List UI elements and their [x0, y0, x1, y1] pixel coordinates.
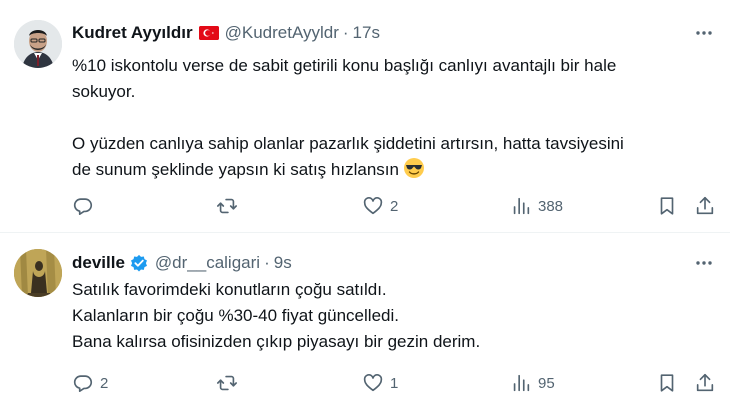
- tweet-header: deville @dr__caligari · 9s: [72, 251, 292, 275]
- share-button[interactable]: [694, 368, 716, 398]
- view-count: 95: [538, 374, 555, 392]
- tweet-header: Kudret Ayyıldır @KudretAyyldr · 17s: [72, 21, 380, 45]
- view-count: 388: [538, 197, 564, 215]
- tweet-text-line: de sunum şeklinde yapsın ki satış hızlan…: [72, 157, 712, 183]
- tweet-text-line: [72, 105, 712, 131]
- reply-button[interactable]: [72, 191, 100, 221]
- views-chart-icon: [513, 197, 530, 215]
- tweet-text-line: Kalanların bir çoğu %30-40 fiyat güncell…: [72, 306, 399, 325]
- separator: ·: [264, 253, 270, 272]
- more-options-button[interactable]: [690, 251, 718, 275]
- timestamp[interactable]: 17s: [353, 23, 380, 43]
- retweet-button[interactable]: [216, 191, 244, 221]
- heart-icon: [363, 374, 383, 392]
- tweet-text-line: %10 iskontolu verse de sabit getirili ko…: [72, 56, 617, 75]
- views-button[interactable]: 95: [510, 368, 555, 398]
- tweet-text: %10 iskontolu verse de sabit getirili ko…: [72, 53, 712, 183]
- separator: ·: [342, 23, 349, 42]
- tweet-actions: 2 1 95: [72, 368, 722, 398]
- tweet-text-line: Satılık favorimdeki konutların çoğu satı…: [72, 280, 387, 299]
- bookmark-button[interactable]: [656, 191, 678, 221]
- tweet-text-line: sokuyor.: [72, 82, 136, 101]
- reply-icon: [73, 198, 93, 215]
- tweet-actions: 2 388: [72, 191, 722, 221]
- avatar-image: [14, 20, 62, 68]
- reply-icon: [73, 375, 93, 392]
- more-options-button[interactable]: [690, 21, 718, 45]
- tweet-text-line: O yüzden canlıya sahip olanlar pazarlık …: [72, 134, 624, 153]
- retweet-button[interactable]: [216, 368, 244, 398]
- sunglasses-emoji-icon: [403, 157, 425, 179]
- tweet-text: Satılık favorimdeki konutların çoğu satı…: [72, 277, 712, 355]
- reply-count: 2: [100, 374, 109, 392]
- like-button[interactable]: 1: [362, 368, 398, 398]
- heart-icon: [363, 197, 383, 215]
- more-horizontal-icon: [696, 31, 712, 35]
- avatar[interactable]: [14, 20, 62, 68]
- share-button[interactable]: [694, 191, 716, 221]
- display-name[interactable]: deville: [72, 253, 125, 273]
- reply-button[interactable]: 2: [72, 368, 108, 398]
- retweet-icon: [217, 198, 237, 214]
- display-name[interactable]: Kudret Ayyıldır: [72, 23, 193, 43]
- share-icon: [696, 196, 714, 215]
- views-button[interactable]: 388: [510, 191, 563, 221]
- bookmark-icon: [660, 197, 674, 215]
- like-button[interactable]: 2: [362, 191, 398, 221]
- tweet[interactable]: deville @dr__caligari · 9s Satılık favor…: [0, 233, 730, 420]
- like-count: 2: [390, 197, 399, 215]
- verified-badge-icon: [129, 253, 149, 273]
- bookmark-button[interactable]: [656, 368, 678, 398]
- tweet-text-line-content: de sunum şeklinde yapsın ki satış hızlan…: [72, 160, 399, 179]
- views-chart-icon: [513, 374, 530, 392]
- retweet-icon: [217, 375, 237, 391]
- bookmark-icon: [660, 374, 674, 392]
- user-handle[interactable]: @KudretAyyldr: [225, 23, 339, 43]
- tweet[interactable]: Kudret Ayyıldır @KudretAyyldr · 17s %10 …: [0, 0, 730, 233]
- tweet-text-line: Bana kalırsa ofisinizden çıkıp piyasayı …: [72, 332, 481, 351]
- share-icon: [696, 373, 714, 392]
- avatar-image: [14, 249, 62, 297]
- turkey-flag-icon: [198, 26, 219, 40]
- timestamp[interactable]: 9s: [274, 253, 292, 273]
- avatar[interactable]: [14, 249, 62, 297]
- like-count: 1: [390, 374, 399, 392]
- more-horizontal-icon: [696, 261, 712, 265]
- user-handle[interactable]: @dr__caligari: [155, 253, 260, 273]
